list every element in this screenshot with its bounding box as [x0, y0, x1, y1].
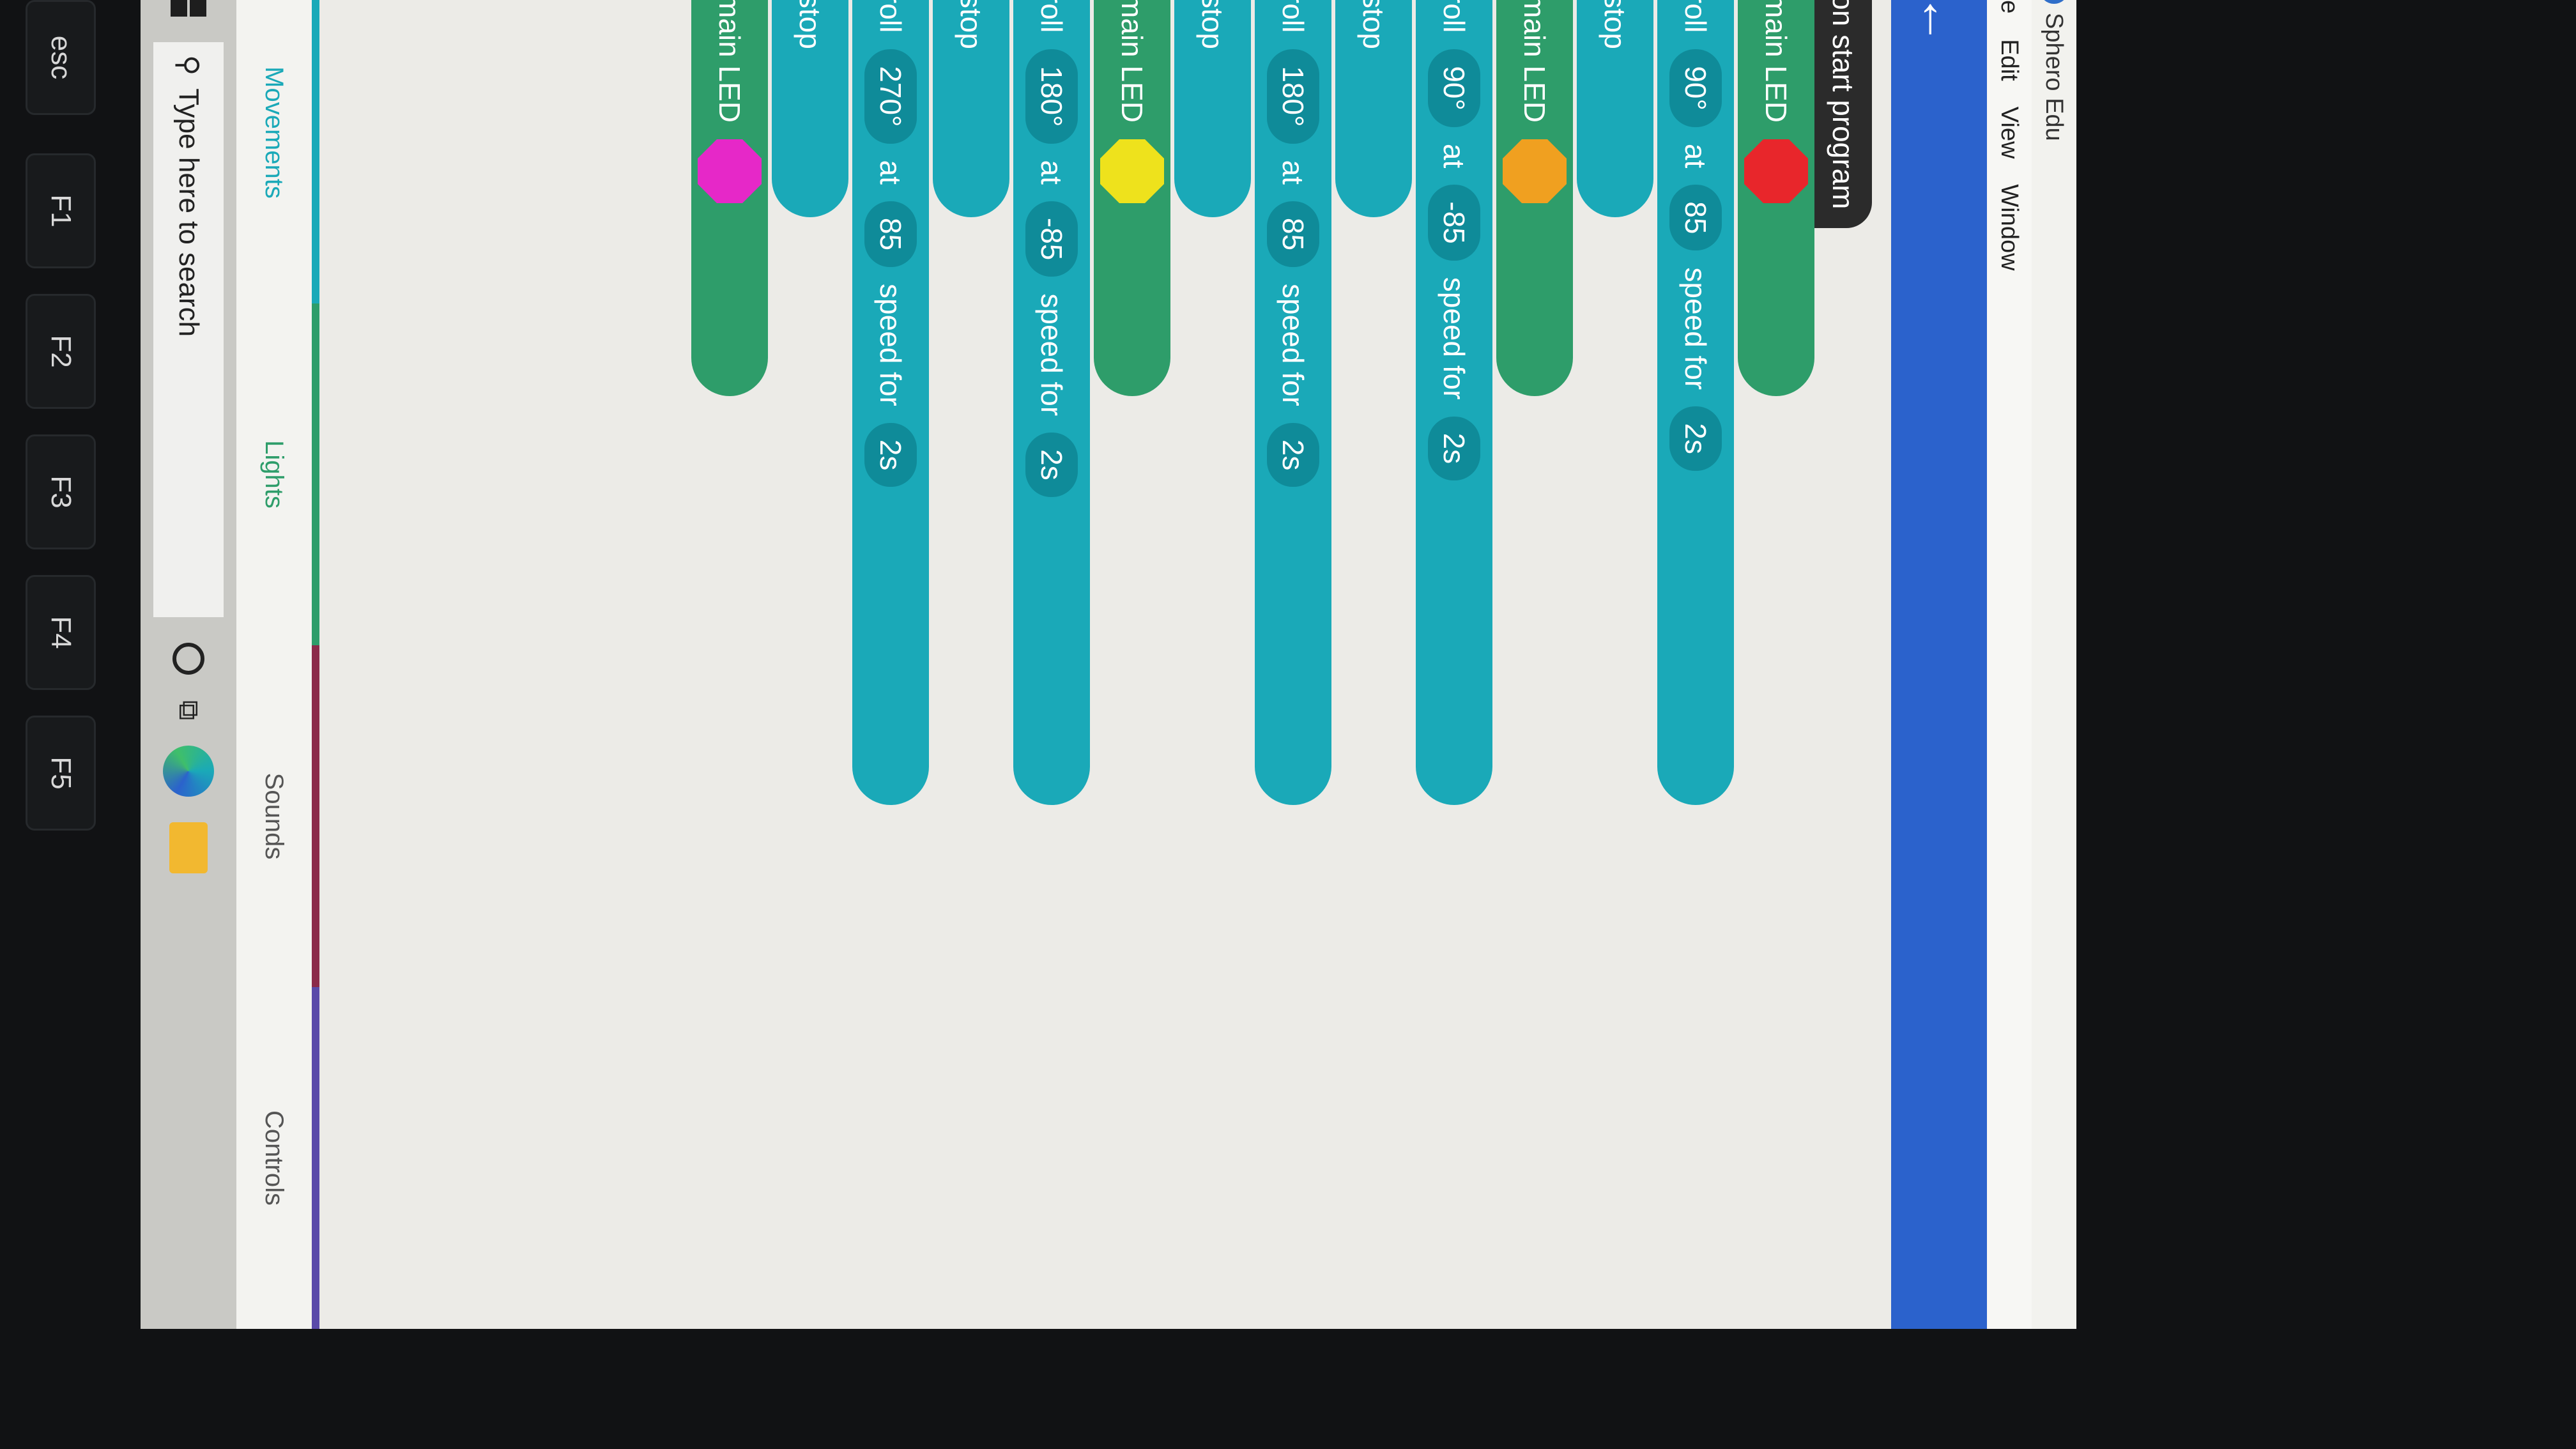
- search-placeholder: Type here to search: [173, 88, 204, 337]
- stop-block[interactable]: stop: [1335, 0, 1412, 217]
- stop-block[interactable]: stop: [1174, 0, 1251, 217]
- roll-speed-input[interactable]: 85: [864, 201, 917, 268]
- file-explorer-icon[interactable]: [169, 822, 208, 874]
- photo-rotated: edu Sphero Edu File Edit View Window ← o…: [0, 0, 2076, 1431]
- roll-block[interactable]: roll 180° at 85 speed for 2s: [1255, 0, 1331, 805]
- roll-speed-input[interactable]: 85: [1267, 201, 1319, 268]
- laptop-screen: edu Sphero Edu File Edit View Window ← o…: [141, 0, 2076, 1329]
- program-canvas[interactable]: on start program main LED roll 90° at 85 spee…: [319, 0, 1891, 1329]
- title-bar: edu Sphero Edu: [2032, 0, 2076, 1329]
- stop-label: stop: [1598, 0, 1632, 49]
- key-1[interactable]: F1: [26, 153, 96, 268]
- cortana-icon[interactable]: [172, 643, 204, 675]
- roll-at-label: at: [1035, 160, 1068, 185]
- roll-label: roll: [874, 0, 907, 33]
- stop-block[interactable]: stop: [772, 0, 848, 217]
- roll-heading-input[interactable]: 180°: [1267, 49, 1319, 144]
- stop-label: stop: [1357, 0, 1390, 49]
- roll-heading-input[interactable]: 90°: [1428, 49, 1480, 127]
- menu-edit[interactable]: Edit: [1996, 39, 2023, 80]
- led-color-swatch[interactable]: [1100, 139, 1164, 203]
- roll-label: roll: [1438, 0, 1471, 33]
- led-label: main LED: [1518, 0, 1551, 123]
- roll-duration-input[interactable]: 2s: [1025, 433, 1078, 497]
- roll-label: roll: [1276, 0, 1310, 33]
- menu-window[interactable]: Window: [1996, 184, 2023, 270]
- start-block[interactable]: on start program: [1814, 0, 1872, 229]
- roll-speed-input[interactable]: 85: [1669, 185, 1722, 251]
- stop-label: stop: [793, 0, 827, 49]
- roll-duration-input[interactable]: 2s: [1267, 422, 1319, 487]
- led-block[interactable]: main LED: [1094, 0, 1170, 396]
- key-5[interactable]: F5: [26, 716, 96, 831]
- led-label: main LED: [1759, 0, 1793, 123]
- roll-for-label: speed for: [1035, 293, 1068, 417]
- stop-block[interactable]: stop: [933, 0, 1009, 217]
- led-label: main LED: [713, 0, 746, 123]
- taskbar-search[interactable]: ⚲ Type here to search: [153, 42, 224, 617]
- taskbar: ⚲ Type here to search ⧉: [141, 0, 236, 1329]
- roll-speed-input[interactable]: -85: [1025, 201, 1078, 277]
- menu-bar: File Edit View Window: [1987, 0, 2032, 1329]
- roll-at-label: at: [1438, 143, 1471, 169]
- menu-file[interactable]: File: [1996, 0, 2023, 13]
- roll-label: roll: [1035, 0, 1068, 33]
- roll-heading-input[interactable]: 180°: [1025, 49, 1078, 144]
- roll-for-label: speed for: [1276, 284, 1310, 406]
- roll-for-label: speed for: [1438, 277, 1471, 400]
- app-icon: edu: [2039, 0, 2069, 4]
- roll-speed-input[interactable]: -85: [1428, 185, 1480, 261]
- led-label: main LED: [1116, 0, 1149, 123]
- key-3[interactable]: F3: [26, 434, 96, 549]
- roll-duration-input[interactable]: 2s: [864, 422, 917, 487]
- stop-label: stop: [1196, 0, 1229, 49]
- stop-label: stop: [954, 0, 988, 49]
- program-stack: on start program main LED roll 90° at 85 spee…: [687, 0, 1872, 805]
- tab-lights[interactable]: Lights: [236, 303, 319, 645]
- roll-block[interactable]: roll 90° at 85 speed for 2s: [1657, 0, 1734, 805]
- roll-heading-input[interactable]: 90°: [1669, 49, 1722, 127]
- roll-label: roll: [1679, 0, 1712, 33]
- roll-at-label: at: [1276, 160, 1310, 185]
- tab-sounds[interactable]: Sounds: [236, 645, 319, 987]
- roll-duration-input[interactable]: 2s: [1428, 416, 1480, 481]
- edge-browser-icon[interactable]: [163, 746, 214, 797]
- roll-duration-input[interactable]: 2s: [1669, 406, 1722, 471]
- led-color-swatch[interactable]: [1503, 139, 1567, 203]
- keyboard: escF1F2F3F4F5~!@#: [0, 0, 109, 1431]
- led-block[interactable]: main LED: [1496, 0, 1573, 396]
- roll-at-label: at: [1679, 143, 1712, 169]
- key-4[interactable]: F4: [26, 575, 96, 690]
- app-header: ←: [1891, 0, 1987, 1329]
- led-block[interactable]: main LED: [1738, 0, 1814, 396]
- roll-block[interactable]: roll 180° at -85 speed for 2s: [1013, 0, 1090, 805]
- task-view-icon[interactable]: ⧉: [172, 700, 204, 720]
- windows-start-icon[interactable]: [171, 0, 206, 17]
- tab-controls[interactable]: Controls: [236, 987, 319, 1329]
- menu-view[interactable]: View: [1996, 107, 2023, 159]
- led-color-swatch[interactable]: [698, 139, 762, 203]
- stop-block[interactable]: stop: [1577, 0, 1653, 217]
- roll-for-label: speed for: [874, 284, 907, 406]
- roll-for-label: speed for: [1679, 267, 1712, 390]
- search-icon: ⚲: [172, 55, 204, 76]
- led-block[interactable]: main LED: [691, 0, 768, 396]
- key-2[interactable]: F2: [26, 294, 96, 409]
- roll-block[interactable]: roll 270° at 85 speed for 2s: [852, 0, 929, 805]
- block-category-tabs: Movements Lights Sounds Controls: [236, 0, 319, 1329]
- led-color-swatch[interactable]: [1744, 139, 1808, 203]
- key-0[interactable]: esc: [26, 0, 96, 115]
- tab-movements[interactable]: Movements: [236, 0, 319, 303]
- roll-at-label: at: [874, 160, 907, 185]
- roll-block[interactable]: roll 90° at -85 speed for 2s: [1416, 0, 1492, 805]
- back-arrow-icon[interactable]: ←: [1910, 0, 1968, 45]
- window-title: Sphero Edu: [2041, 13, 2068, 141]
- roll-heading-input[interactable]: 270°: [864, 49, 917, 144]
